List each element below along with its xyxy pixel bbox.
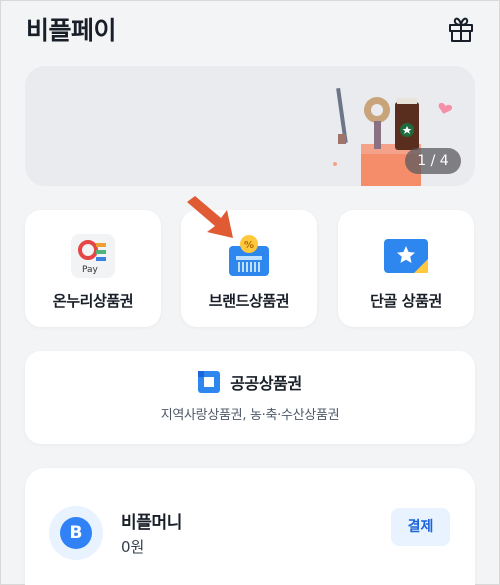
money-name: 비플머니 <box>121 513 182 533</box>
voucher-label: 온누리상품권 <box>52 292 134 310</box>
header: 비플페이 <box>0 0 500 58</box>
avatar: B <box>49 506 103 560</box>
voucher-regular[interactable]: 단골 상품권 <box>338 210 474 327</box>
pointer-arrow-icon <box>187 196 233 238</box>
onnuri-pay-icon: Pay <box>71 234 115 278</box>
public-voucher-heading: 공공상품권 <box>25 370 475 394</box>
public-voucher-icon <box>198 371 221 393</box>
pay-button[interactable]: 결제 <box>391 508 450 546</box>
public-voucher-title: 공공상품권 <box>230 374 302 393</box>
bpay-money-card[interactable]: B 비플머니 0원 결제 <box>25 468 475 585</box>
money-balance: 0원 <box>121 538 145 556</box>
app-title: 비플페이 <box>26 16 117 45</box>
gift-icon <box>449 17 473 42</box>
banner-page-indicator: 1 / 4 <box>405 148 461 174</box>
public-voucher-subtitle: 지역사랑상품권, 농·축·수산상품권 <box>160 408 340 423</box>
star-voucher-icon <box>384 234 428 278</box>
brand-percent-text: % <box>244 240 254 251</box>
promo-banner[interactable]: 1 / 4 <box>25 66 475 186</box>
voucher-label: 단골 상품권 <box>370 292 442 310</box>
voucher-label: 브랜드상품권 <box>208 292 290 310</box>
public-voucher-card[interactable]: 공공상품권 지역사랑상품권, 농·축·수산상품권 <box>25 351 475 444</box>
b-logo-icon: B <box>60 517 92 549</box>
voucher-onnuri[interactable]: Pay 온누리상품권 <box>25 210 161 327</box>
onnuri-pay-text: Pay <box>82 265 99 275</box>
gift-button[interactable] <box>446 14 476 44</box>
